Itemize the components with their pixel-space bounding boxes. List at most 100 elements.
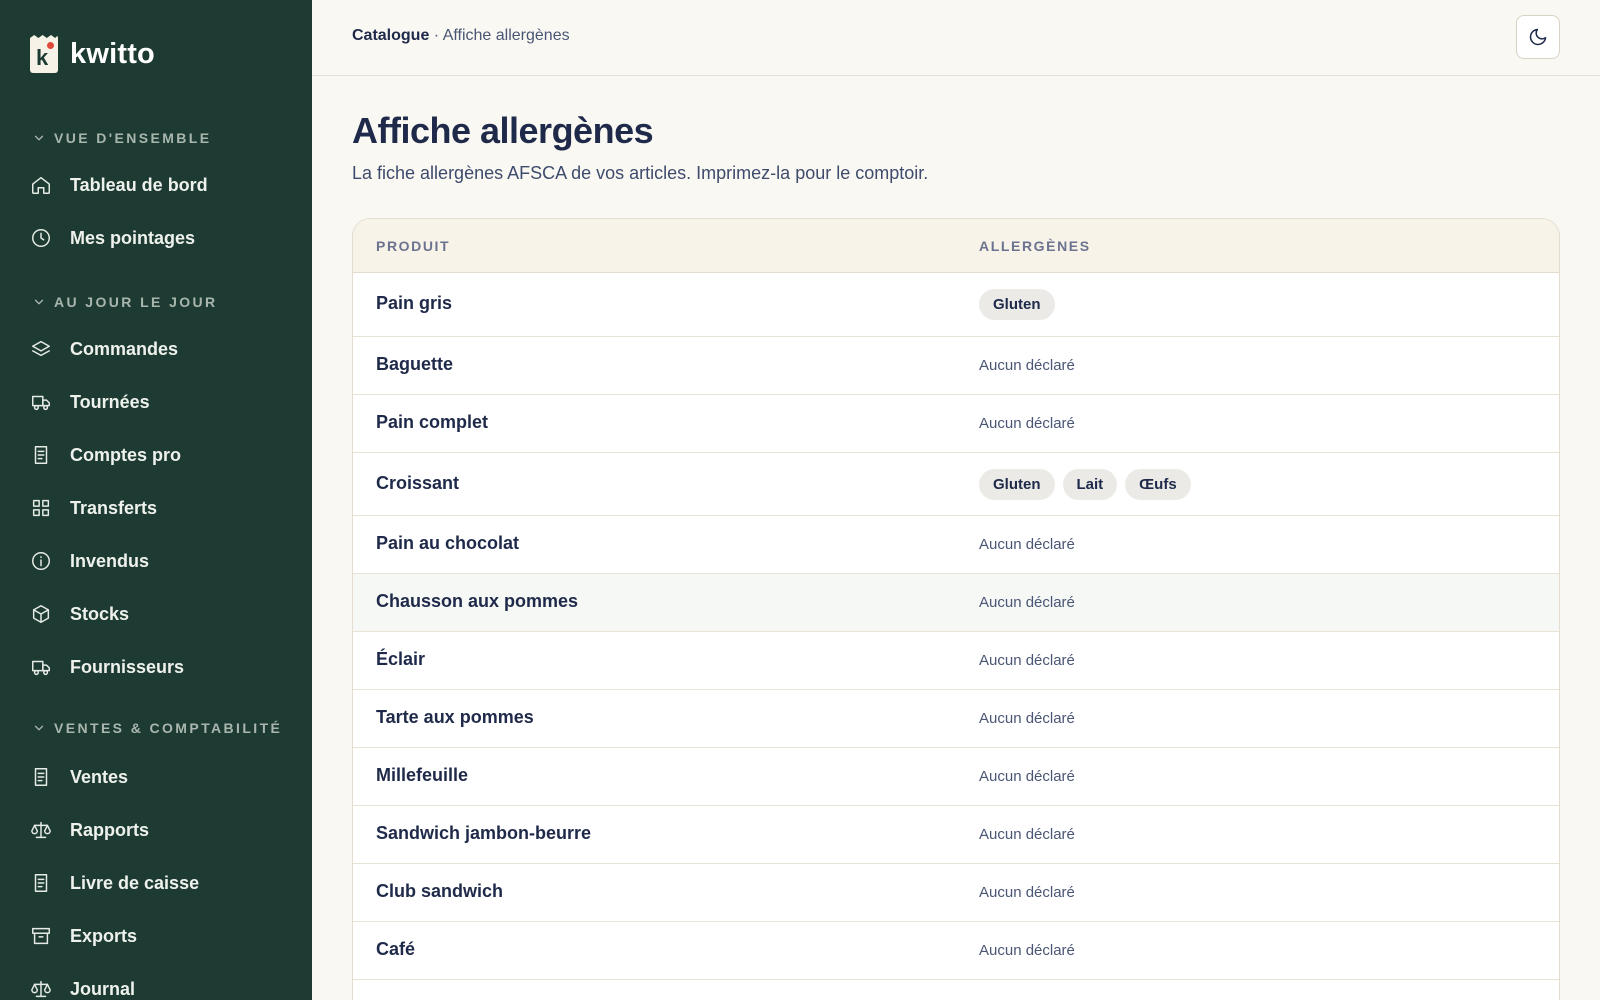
nav-section-label: Ventes & comptabilité bbox=[54, 720, 283, 736]
sidebar-item-journal[interactable]: Journal bbox=[30, 969, 290, 1000]
no-allergen-label: Aucun déclaré bbox=[979, 710, 1075, 727]
table-row[interactable]: Club sandwich Aucun déclaré bbox=[353, 864, 1559, 922]
clock-icon bbox=[30, 227, 52, 249]
sidebar-item-stocks[interactable]: Stocks bbox=[30, 594, 290, 634]
no-allergen-label: Aucun déclaré bbox=[979, 942, 1075, 959]
sidebar: k kwitto Vue d'ensemble Tableau de bord Me… bbox=[0, 0, 312, 1000]
truck-icon bbox=[30, 656, 52, 678]
breadcrumb-separator: · bbox=[429, 27, 443, 44]
sidebar-item-exports[interactable]: Exports bbox=[30, 916, 290, 956]
table-row[interactable]: Pain au chocolat Aucun déclaré bbox=[353, 516, 1559, 574]
table-row[interactable]: Sandwich jambon-beurre Aucun déclaré bbox=[353, 806, 1559, 864]
page-title: Affiche allergènes bbox=[352, 110, 654, 151]
nav-section-2[interactable]: Ventes & comptabilité bbox=[32, 718, 282, 738]
allergen-list: Aucun déclaré bbox=[979, 594, 1075, 611]
sidebar-item-label: Rapports bbox=[70, 819, 150, 840]
archive-icon bbox=[30, 925, 52, 947]
allergen-list: Aucun déclaré bbox=[979, 710, 1075, 727]
product-name: Chausson aux pommes bbox=[376, 591, 579, 611]
allergen-list: Aucun déclaré bbox=[979, 652, 1075, 669]
allergen-chip: Œufs bbox=[1125, 468, 1191, 500]
moon-icon bbox=[1528, 27, 1548, 47]
table-row[interactable]: Millefeuille Aucun déclaré bbox=[353, 748, 1559, 806]
no-allergen-label: Aucun déclaré bbox=[979, 884, 1075, 901]
sidebar-item-ventes[interactable]: Ventes bbox=[30, 757, 290, 797]
brand[interactable]: k kwitto bbox=[30, 34, 155, 74]
table-row[interactable]: Tarte aux pommes Aucun déclaré bbox=[353, 690, 1559, 748]
allergen-list: Aucun déclaré bbox=[979, 884, 1075, 901]
sidebar-item-rapports[interactable]: Rapports bbox=[30, 810, 290, 850]
product-name: Croissant bbox=[376, 472, 460, 493]
sidebar-item-label: Journal bbox=[70, 978, 136, 999]
allergen-list: Aucun déclaré bbox=[979, 357, 1075, 374]
chevron-down-icon bbox=[32, 295, 46, 309]
column-header-allergens: Allergènes bbox=[979, 238, 1091, 254]
document-icon bbox=[30, 872, 52, 894]
nav-section-1[interactable]: Au jour le jour bbox=[32, 292, 218, 312]
product-name: Pain au chocolat bbox=[376, 533, 520, 553]
breadcrumb-current: Affiche allergènes bbox=[442, 27, 570, 44]
sidebar-item-label: Fournisseurs bbox=[70, 656, 185, 677]
table-row[interactable]: Pain complet Aucun déclaré bbox=[353, 395, 1559, 453]
sidebar-item-label: Ventes bbox=[70, 766, 129, 787]
kwitto-logo-icon: k bbox=[30, 35, 58, 73]
nav-section-0[interactable]: Vue d'ensemble bbox=[32, 128, 212, 148]
sidebar-item-fournisseurs[interactable]: Fournisseurs bbox=[30, 647, 290, 687]
breadcrumb: Catalogue · Affiche allergènes bbox=[352, 27, 570, 45]
sidebar-item-label: Commandes bbox=[70, 338, 179, 359]
theme-toggle-button[interactable] bbox=[1516, 15, 1560, 59]
sidebar-item-mes-pointages[interactable]: Mes pointages bbox=[30, 218, 290, 258]
document-icon bbox=[30, 766, 52, 788]
no-allergen-label: Aucun déclaré bbox=[979, 826, 1075, 843]
sidebar-item-label: Transferts bbox=[70, 497, 158, 518]
product-name: Baguette bbox=[376, 354, 454, 374]
allergen-chip: Lait bbox=[1062, 468, 1118, 500]
sidebar-item-label: Invendus bbox=[70, 550, 150, 571]
sidebar-item-invendus[interactable]: Invendus bbox=[30, 541, 290, 581]
table-row[interactable]: Café Aucun déclaré bbox=[353, 922, 1559, 980]
scale-icon bbox=[30, 978, 52, 1000]
allergen-list: Aucun déclaré bbox=[979, 942, 1075, 959]
table-row[interactable]: Éclair Aucun déclaré bbox=[353, 632, 1559, 690]
table-row[interactable]: Chausson aux pommes Aucun déclaré bbox=[353, 574, 1559, 632]
sidebar-item-commandes[interactable]: Commandes bbox=[30, 329, 290, 369]
sidebar-item-tournees[interactable]: Tournées bbox=[30, 382, 290, 422]
home-icon bbox=[30, 174, 52, 196]
sidebar-item-label: Mes pointages bbox=[70, 227, 196, 248]
no-allergen-label: Aucun déclaré bbox=[979, 594, 1075, 611]
allergen-list: Aucun déclaré bbox=[979, 536, 1075, 553]
product-name: Sandwich jambon-beurre bbox=[376, 823, 592, 843]
sidebar-item-label: Livre de caisse bbox=[70, 872, 200, 893]
no-allergen-label: Aucun déclaré bbox=[979, 415, 1075, 432]
sidebar-item-tableau-de-bord[interactable]: Tableau de bord bbox=[30, 165, 290, 205]
table-row[interactable]: Pain gris Gluten bbox=[353, 273, 1559, 337]
table-row[interactable]: Croissant Gluten Lait Œufs bbox=[353, 453, 1559, 516]
sidebar-item-label: Comptes pro bbox=[70, 444, 182, 465]
truck-icon bbox=[30, 391, 52, 413]
product-name: Pain complet bbox=[376, 412, 489, 432]
topbar: Catalogue · Affiche allergènes bbox=[312, 0, 1600, 76]
sidebar-item-comptes-pro[interactable]: Comptes pro bbox=[30, 435, 290, 475]
product-name: Pain gris bbox=[376, 293, 453, 313]
product-name: Club sandwich bbox=[376, 881, 504, 901]
logo-letter: k bbox=[36, 45, 49, 70]
table-header: Produit Allergènes bbox=[353, 219, 1559, 273]
allergen-list: Aucun déclaré bbox=[979, 826, 1075, 843]
table-row[interactable]: Baguette Aucun déclaré bbox=[353, 337, 1559, 395]
product-name: Millefeuille bbox=[376, 765, 469, 785]
allergen-list: Aucun déclaré bbox=[979, 768, 1075, 785]
info-icon bbox=[30, 550, 52, 572]
chevron-down-icon bbox=[32, 131, 46, 145]
sidebar-item-livre-de-caisse[interactable]: Livre de caisse bbox=[30, 863, 290, 903]
brand-name: kwitto bbox=[70, 37, 155, 70]
grid-icon bbox=[30, 497, 52, 519]
no-allergen-label: Aucun déclaré bbox=[979, 536, 1075, 553]
breadcrumb-parent[interactable]: Catalogue bbox=[352, 27, 429, 44]
no-allergen-label: Aucun déclaré bbox=[979, 768, 1075, 785]
sidebar-item-label: Tableau de bord bbox=[70, 174, 208, 195]
allergen-list: Gluten Lait Œufs bbox=[979, 468, 1191, 500]
page-subtitle: La fiche allergènes AFSCA de vos article… bbox=[352, 163, 929, 183]
nav-section-label: Vue d'ensemble bbox=[54, 130, 212, 146]
product-name: Éclair bbox=[376, 649, 426, 669]
sidebar-item-transferts[interactable]: Transferts bbox=[30, 488, 290, 528]
